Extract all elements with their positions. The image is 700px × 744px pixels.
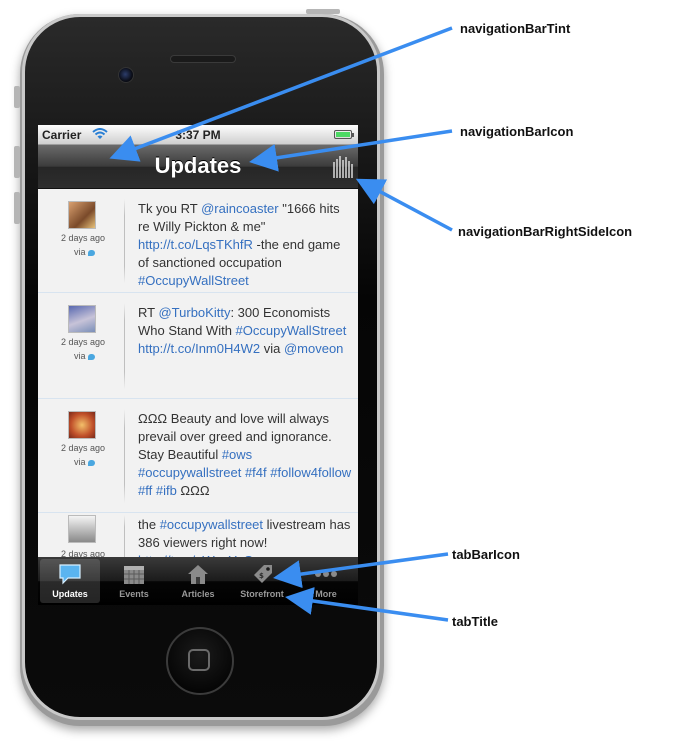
annotation-navigationBarTint: navigationBarTint <box>460 21 571 36</box>
arrow-navigationBarTint <box>109 26 453 162</box>
arrow-tabBarIcon <box>273 552 449 589</box>
annotation-navigationBarRightSideIcon: navigationBarRightSideIcon <box>458 224 633 239</box>
annotation-tabBarIcon: tabBarIcon <box>452 547 520 562</box>
arrow-navigationBarIcon <box>249 129 453 172</box>
arrow-tabTitle <box>285 587 449 622</box>
annotation-tabTitle: tabTitle <box>452 614 498 629</box>
annotation-navigationBarIcon: navigationBarIcon <box>460 124 574 139</box>
arrow-navigationBarRightSideIcon <box>355 178 453 232</box>
annotation-arrows <box>109 26 453 622</box>
